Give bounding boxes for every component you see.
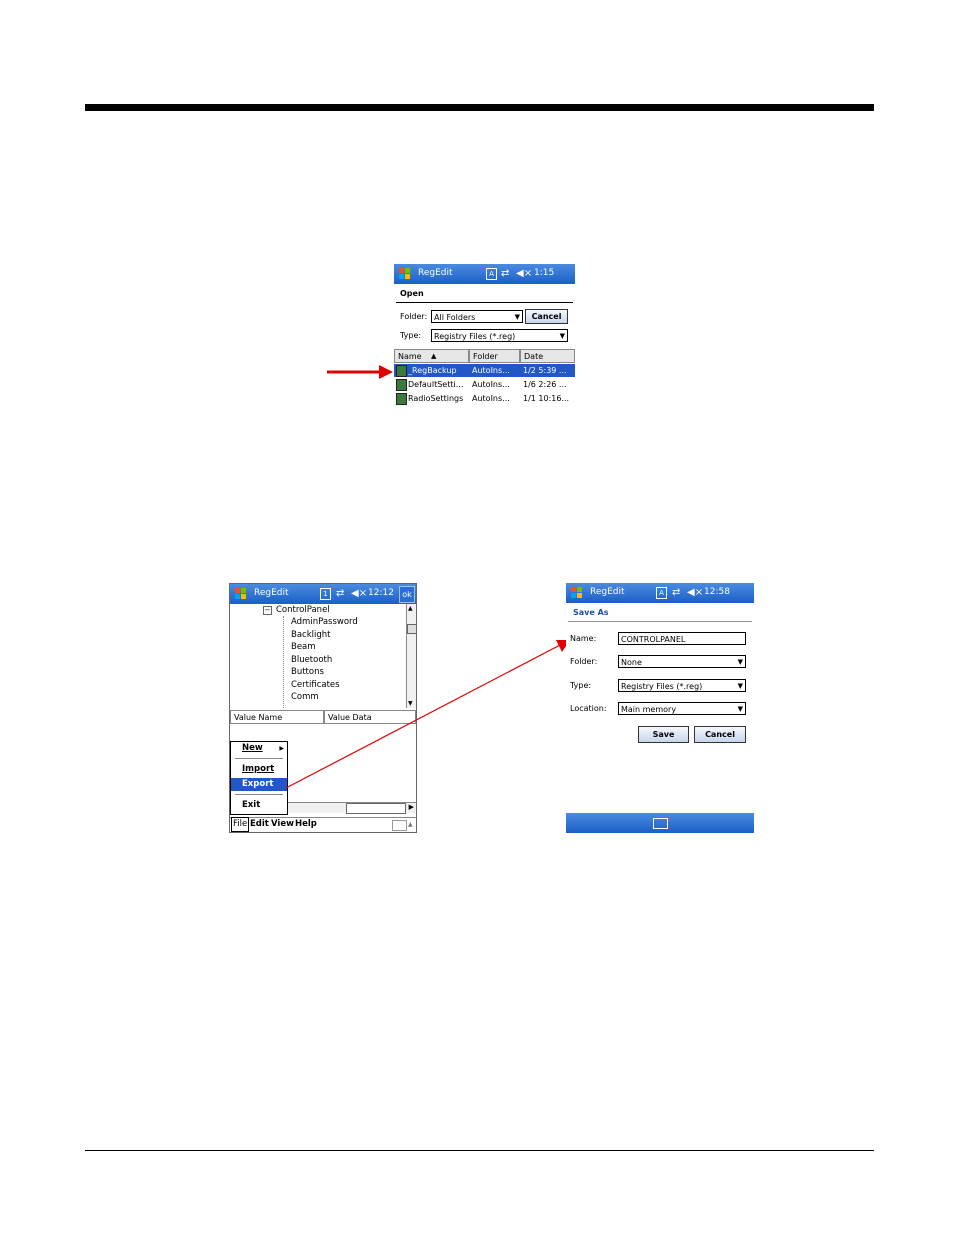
type-label: Type: xyxy=(400,331,422,340)
open-dialog-screen: RegEdit A ⇄ ◀× 1:15 Open Folder: All Fol… xyxy=(394,264,575,407)
dropdown-arrow-icon: ▼ xyxy=(559,332,565,340)
registry-file-icon xyxy=(396,364,407,377)
file-date-cell: 1/6 2:26 ... xyxy=(523,380,567,389)
folder-select-value: None xyxy=(621,658,642,667)
input-mode-icon: A xyxy=(486,267,497,280)
file-folder-cell: AutoIns... xyxy=(472,394,510,403)
windows-start-icon[interactable] xyxy=(233,586,249,602)
input-panel-arrow-icon[interactable]: ▲ xyxy=(408,818,413,831)
input-mode-icon: A xyxy=(656,586,667,599)
clock[interactable]: 12:12 xyxy=(368,588,394,598)
save-as-screen: RegEdit A ⇄ ◀× 12:58 Save As Name: CONTR… xyxy=(566,583,754,833)
scroll-thumb[interactable] xyxy=(346,803,406,814)
menu-bar: File Edit View Help ▲ xyxy=(230,817,416,832)
clock[interactable]: 1:15 xyxy=(534,268,554,278)
keyboard-icon[interactable] xyxy=(653,818,668,829)
clock[interactable]: 12:58 xyxy=(704,587,730,597)
save-button[interactable]: Save xyxy=(638,726,689,743)
dialog-heading: Save As xyxy=(573,608,609,617)
connectivity-icon[interactable]: ⇄ xyxy=(672,586,680,599)
windows-start-icon[interactable] xyxy=(397,266,413,282)
type-select-value: Registry Files (*.reg) xyxy=(434,332,516,341)
type-select[interactable]: Registry Files (*.reg) ▼ xyxy=(431,329,568,342)
folder-select[interactable]: None ▼ xyxy=(618,655,746,668)
app-title: RegEdit xyxy=(254,588,289,598)
menu-item-exit[interactable]: Exit xyxy=(231,799,287,812)
dropdown-arrow-icon: ▼ xyxy=(737,682,743,690)
title-bar: RegEdit A ⇄ ◀× 12:58 xyxy=(566,583,754,603)
menu-separator xyxy=(235,794,283,795)
folder-select-value: All Folders xyxy=(434,313,476,322)
title-bar: RegEdit A ⇄ ◀× 1:15 xyxy=(394,264,575,284)
type-select-value: Registry Files (*.reg) xyxy=(621,682,703,691)
footer-rule xyxy=(85,1150,874,1151)
file-row[interactable]: _RegBackup AutoIns... 1/2 5:39 ... xyxy=(394,364,575,377)
menu-item-import[interactable]: Import xyxy=(231,763,287,776)
column-header-date[interactable]: Date xyxy=(520,349,575,363)
file-name-cell: DefaultSetti... xyxy=(396,378,468,391)
scroll-right-icon[interactable]: ▶ xyxy=(409,803,414,811)
scroll-up-icon[interactable]: ▲ xyxy=(408,605,413,612)
type-label: Type: xyxy=(570,681,592,690)
header-rule xyxy=(85,104,874,111)
speaker-icon[interactable]: ◀× xyxy=(351,587,367,600)
column-header-name[interactable]: Name ▲ xyxy=(394,349,469,363)
type-select[interactable]: Registry Files (*.reg) ▼ xyxy=(618,679,746,692)
dropdown-arrow-icon: ▼ xyxy=(737,658,743,666)
file-row[interactable]: DefaultSetti... AutoIns... 1/6 2:26 ... xyxy=(394,378,575,391)
location-select[interactable]: Main memory ▼ xyxy=(618,702,746,715)
file-name-cell: RadioSettings xyxy=(396,392,468,405)
pointer-arrow-icon xyxy=(327,365,393,379)
folder-select[interactable]: All Folders ▼ xyxy=(431,310,523,323)
file-row[interactable]: RadioSettings AutoIns... 1/1 10:16... xyxy=(394,392,575,405)
speaker-icon[interactable]: ◀× xyxy=(516,267,532,280)
sort-ascending-icon: ▲ xyxy=(431,352,437,360)
column-header-folder[interactable]: Folder xyxy=(469,349,520,363)
file-name-cell: _RegBackup xyxy=(396,364,468,377)
windows-start-icon[interactable] xyxy=(569,585,585,601)
ok-button[interactable]: ok xyxy=(399,586,415,603)
keyboard-icon[interactable] xyxy=(392,820,407,831)
input-mode-icon: 1 xyxy=(320,587,331,600)
file-date-cell: 1/1 10:16... xyxy=(523,394,570,403)
title-bar: RegEdit 1 ⇄ ◀× 12:12 ok xyxy=(230,584,416,604)
file-list: Name ▲ Folder Date _RegBackup AutoIns...… xyxy=(394,349,575,407)
connector-arrow-icon xyxy=(285,640,570,789)
registry-file-icon xyxy=(396,378,407,391)
folder-label: Folder: xyxy=(570,657,598,666)
menu-item-new[interactable]: New ▶ xyxy=(231,742,287,755)
menu-edit[interactable]: Edit xyxy=(250,818,269,831)
divider xyxy=(568,621,752,622)
speaker-icon[interactable]: ◀× xyxy=(687,586,703,599)
tree-collapse-icon[interactable]: − xyxy=(263,606,272,615)
menu-item-export[interactable]: Export xyxy=(231,778,287,791)
softkey-bar xyxy=(566,813,754,833)
dropdown-arrow-icon: ▼ xyxy=(737,705,743,713)
app-title: RegEdit xyxy=(418,268,453,278)
connectivity-icon[interactable]: ⇄ xyxy=(501,267,509,280)
file-folder-cell: AutoIns... xyxy=(472,366,510,375)
cancel-button[interactable]: Cancel xyxy=(525,309,568,324)
name-input[interactable]: CONTROLPANEL xyxy=(618,632,746,645)
dropdown-arrow-icon: ▼ xyxy=(514,313,520,321)
name-label: Name: xyxy=(570,634,597,643)
cancel-button[interactable]: Cancel xyxy=(694,726,746,743)
tree-node[interactable]: AdminPassword xyxy=(291,617,358,627)
location-select-value: Main memory xyxy=(621,705,677,714)
menu-view[interactable]: View xyxy=(271,818,294,831)
registry-file-icon xyxy=(396,392,407,405)
dialog-heading: Open xyxy=(400,289,424,298)
app-title: RegEdit xyxy=(590,587,625,597)
connectivity-icon[interactable]: ⇄ xyxy=(336,587,344,600)
folder-label: Folder: xyxy=(400,312,428,321)
file-date-cell: 1/2 5:39 ... xyxy=(523,366,567,375)
divider xyxy=(396,302,573,303)
menu-file[interactable]: File xyxy=(231,817,250,832)
location-label: Location: xyxy=(570,704,607,713)
menu-separator xyxy=(235,758,283,759)
file-folder-cell: AutoIns... xyxy=(472,380,510,389)
tree-node-root[interactable]: ControlPanel xyxy=(276,605,330,615)
menu-help[interactable]: Help xyxy=(295,818,317,831)
horizontal-scrollbar[interactable]: ▶ xyxy=(286,802,416,814)
